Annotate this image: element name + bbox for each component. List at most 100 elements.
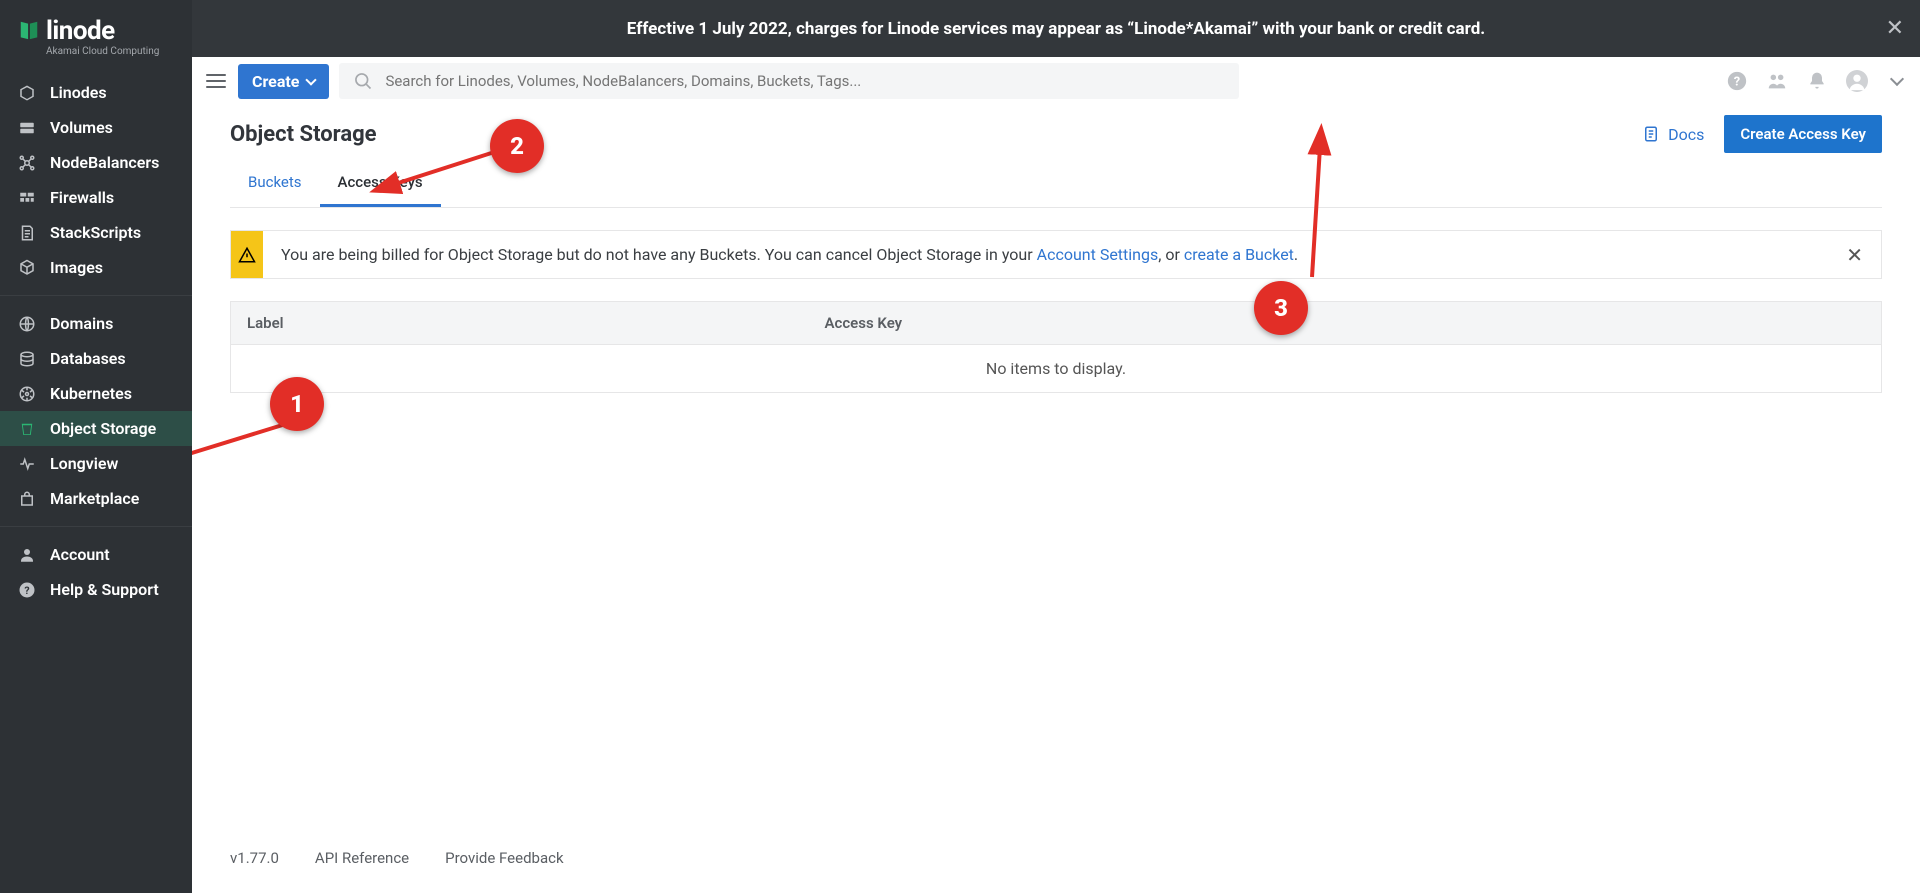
help-button[interactable]: ? (1726, 70, 1748, 92)
annotation-arrow-1 (192, 413, 334, 473)
cube-icon (18, 84, 36, 102)
pulse-icon (18, 455, 36, 473)
alert-pre: You are being billed for Object Storage … (281, 245, 1037, 264)
database-icon (18, 350, 36, 368)
alert-post: . (1294, 245, 1298, 264)
docs-label: Docs (1668, 125, 1704, 144)
table-empty-message: No items to display. (231, 344, 1881, 392)
create-label: Create (252, 72, 299, 91)
script-icon (18, 224, 36, 242)
wheel-icon (18, 385, 36, 403)
sidebar-item-label: Help & Support (50, 580, 159, 599)
sidebar-item-label: Account (50, 545, 110, 564)
bag-icon (18, 490, 36, 508)
sidebar-item-account[interactable]: Account (0, 537, 192, 572)
sidebar-group-account: Account ? Help & Support (0, 526, 192, 617)
create-bucket-link[interactable]: create a Bucket (1184, 245, 1294, 264)
sidebar-item-label: Linodes (50, 83, 107, 102)
avatar-button[interactable] (1846, 70, 1868, 92)
content: Object Storage Docs Create Access Key Bu… (192, 105, 1920, 823)
sidebar-item-marketplace[interactable]: Marketplace (0, 481, 192, 516)
footer-api-reference[interactable]: API Reference (315, 849, 409, 867)
sidebar-item-label: Volumes (50, 118, 113, 137)
sidebar-item-volumes[interactable]: Volumes (0, 110, 192, 145)
sidebar-item-label: NodeBalancers (50, 153, 159, 172)
sidebar-item-label: Domains (50, 314, 113, 333)
account-settings-link[interactable]: Account Settings (1037, 245, 1159, 264)
globe-icon (18, 315, 36, 333)
tabs: Buckets Access Keys (230, 159, 1882, 208)
search-input[interactable] (383, 71, 1225, 91)
logo-icon (18, 19, 40, 41)
footer-provide-feedback[interactable]: Provide Feedback (445, 849, 563, 867)
sidebar-item-nodebalancers[interactable]: NodeBalancers (0, 145, 192, 180)
document-icon (1642, 125, 1660, 143)
search-wrap[interactable] (339, 63, 1239, 99)
docs-link[interactable]: Docs (1642, 125, 1704, 144)
sidebar-group-compute: Linodes Volumes NodeBalancers Firewalls … (0, 65, 192, 295)
svg-text:?: ? (24, 583, 29, 596)
sidebar-item-firewalls[interactable]: Firewalls (0, 180, 192, 215)
announcement-banner: Effective 1 July 2022, charges for Linod… (192, 0, 1920, 57)
search-icon (353, 71, 373, 91)
notifications-button[interactable] (1806, 70, 1828, 92)
sidebar-item-images[interactable]: Images (0, 250, 192, 285)
sidebar-item-label: Longview (50, 454, 118, 473)
billing-alert: You are being billed for Object Storage … (230, 230, 1882, 279)
table-header: Label Access Key (231, 302, 1881, 344)
footer: v1.77.0 API Reference Provide Feedback (192, 823, 1920, 893)
access-keys-table: Label Access Key No items to display. (230, 301, 1882, 393)
sidebar-item-kubernetes[interactable]: Kubernetes (0, 376, 192, 411)
column-spacer (1386, 302, 1881, 344)
sidebar-item-longview[interactable]: Longview (0, 446, 192, 481)
alert-close-button[interactable]: ✕ (1828, 243, 1881, 267)
sidebar-item-label: Kubernetes (50, 384, 132, 403)
sidebar-item-databases[interactable]: Databases (0, 341, 192, 376)
svg-text:?: ? (1734, 75, 1740, 90)
brand-tagline: Akamai Cloud Computing (46, 46, 174, 57)
user-icon (18, 546, 36, 564)
sidebar-item-stackscripts[interactable]: StackScripts (0, 215, 192, 250)
chevron-down-icon (1890, 72, 1904, 86)
logo[interactable]: linode Akamai Cloud Computing (0, 0, 192, 65)
page-header-actions: Docs Create Access Key (1642, 115, 1882, 153)
create-access-key-button[interactable]: Create Access Key (1724, 115, 1882, 153)
column-label: Label (231, 302, 809, 344)
help-icon: ? (18, 581, 36, 599)
sidebar-item-label: StackScripts (50, 223, 141, 242)
create-button[interactable]: Create (238, 64, 329, 99)
topbar-actions: ? (1726, 70, 1908, 92)
account-chevron[interactable] (1886, 70, 1908, 92)
footer-version: v1.77.0 (230, 849, 279, 867)
banner-close-button[interactable]: ✕ (1886, 16, 1904, 41)
column-access-key: Access Key (809, 302, 1387, 344)
sidebar-item-label: Images (50, 258, 103, 277)
top-bar: Create ? (192, 57, 1920, 105)
menu-toggle-button[interactable] (204, 69, 228, 93)
sidebar-item-object-storage[interactable]: Object Storage (0, 411, 192, 446)
sidebar: linode Akamai Cloud Computing Linodes Vo… (0, 0, 192, 893)
sidebar-item-label: Firewalls (50, 188, 114, 207)
sidebar-item-label: Databases (50, 349, 126, 368)
chevron-down-icon (306, 74, 317, 85)
brand-name: linode (46, 16, 115, 46)
banner-text: Effective 1 July 2022, charges for Linod… (627, 19, 1485, 39)
sidebar-item-help[interactable]: ? Help & Support (0, 572, 192, 607)
tab-access-keys[interactable]: Access Keys (320, 159, 441, 207)
alert-text: You are being billed for Object Storage … (263, 231, 1828, 278)
sidebar-group-services: Domains Databases Kubernetes Object Stor… (0, 295, 192, 526)
alert-mid: , or (1158, 245, 1184, 264)
sidebar-item-label: Marketplace (50, 489, 139, 508)
tab-buckets[interactable]: Buckets (230, 159, 320, 207)
sidebar-item-linodes[interactable]: Linodes (0, 75, 192, 110)
disk-icon (18, 119, 36, 137)
balance-icon (18, 154, 36, 172)
image-icon (18, 259, 36, 277)
sidebar-item-domains[interactable]: Domains (0, 306, 192, 341)
wall-icon (18, 189, 36, 207)
bucket-icon (18, 420, 36, 438)
main: Effective 1 July 2022, charges for Linod… (192, 0, 1920, 893)
community-button[interactable] (1766, 70, 1788, 92)
sidebar-item-label: Object Storage (50, 419, 156, 438)
page-title: Object Storage (230, 122, 377, 147)
